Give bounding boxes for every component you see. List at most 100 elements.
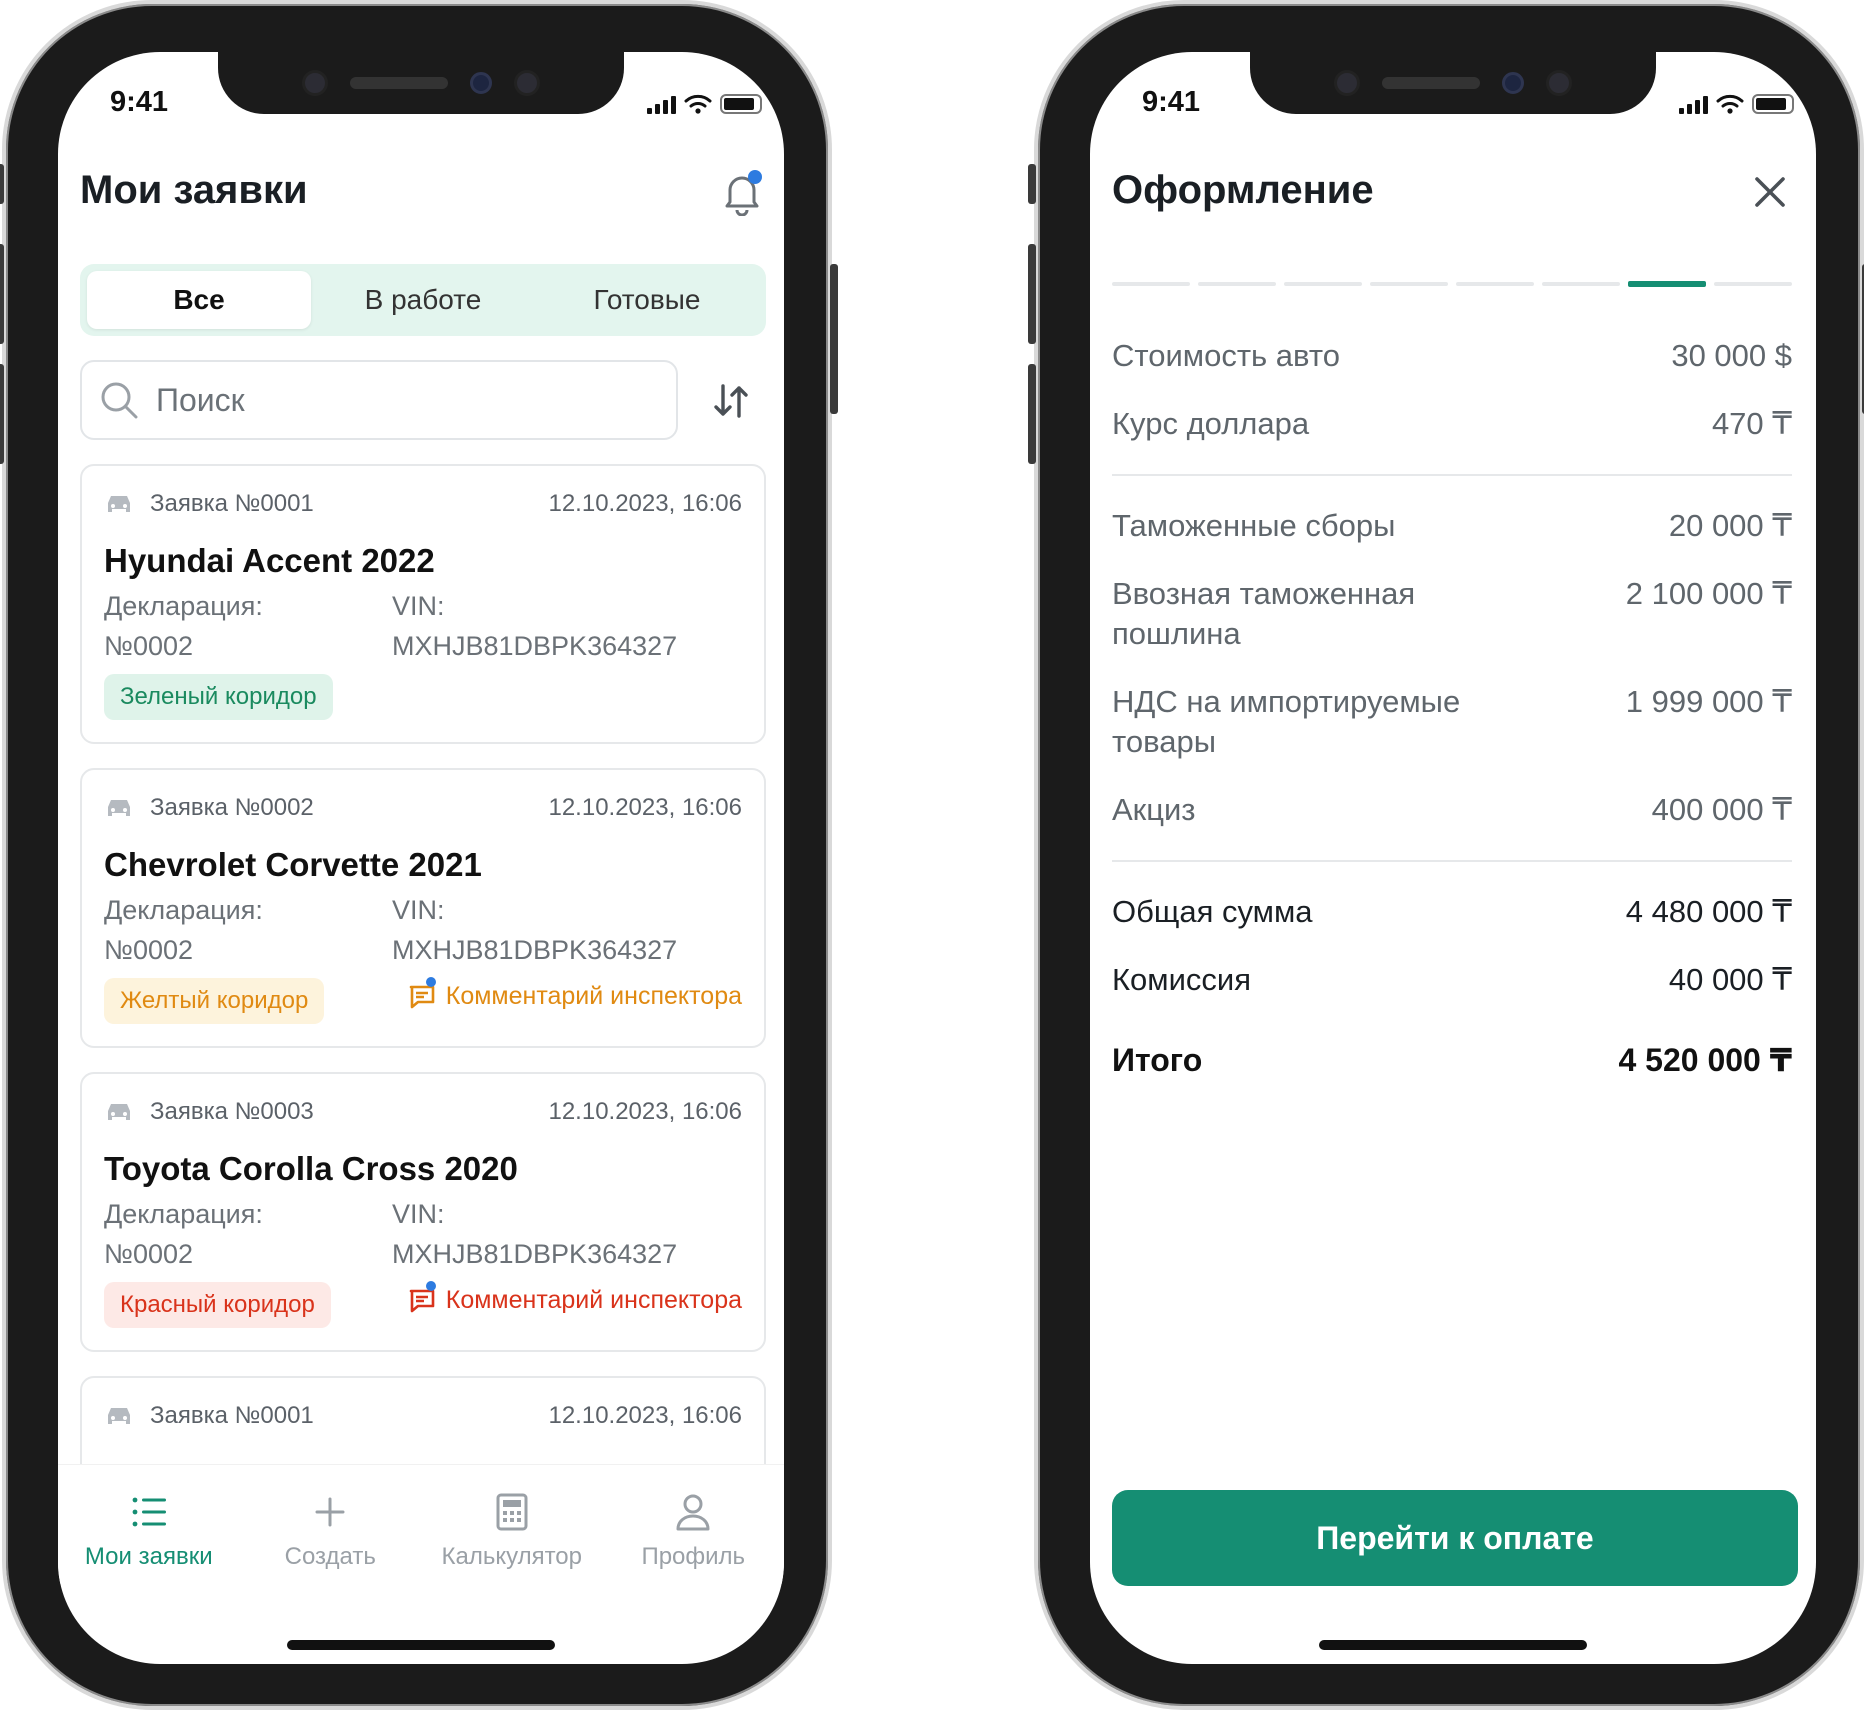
corridor-badge: Желтый коридор	[104, 978, 325, 1024]
tab-in-progress[interactable]: В работе	[311, 271, 535, 329]
step-segment	[1198, 282, 1276, 286]
checkout-screen: 9:41 Оформление Стоимость авто 30 000 $ К…	[1090, 52, 1816, 1664]
orders-list: Заявка №0001 12.10.2023, 16:06 Hyundai A…	[80, 464, 766, 1464]
vin-info: VIN: MXHJB81DBPK364327	[392, 586, 677, 666]
tab-done[interactable]: Готовые	[535, 271, 759, 329]
volume-up-button	[1028, 244, 1036, 344]
mute-switch	[0, 164, 4, 204]
tabbar-label: Профиль	[641, 1543, 746, 1570]
step-segment	[1628, 281, 1706, 287]
tab-all[interactable]: Все	[87, 271, 311, 329]
row-label: Ввозная таможенная пошлина	[1112, 576, 1416, 651]
vin-label: VIN:	[392, 1199, 445, 1229]
bottom-tab-bar: Мои заявки Создать Калькулятор Профиль	[58, 1464, 784, 1584]
inspector-comment-link[interactable]: Комментарий инспектора	[408, 976, 742, 1011]
row-label: Акциз	[1112, 792, 1196, 827]
volume-down-button	[1028, 364, 1036, 464]
vin-value: MXHJB81DBPK364327	[392, 935, 678, 965]
home-indicator[interactable]	[1319, 1640, 1587, 1650]
row-value: 400 000 ₸	[1651, 792, 1792, 827]
order-number: Заявка №0001	[150, 490, 314, 517]
profile-icon	[676, 1494, 710, 1531]
order-date: 12.10.2023, 16:06	[548, 1098, 742, 1125]
row-subtotal: Общая сумма 4 480 000 ₸	[1112, 878, 1792, 946]
vin-value: MXHJB81DBPK364327	[392, 631, 678, 661]
tabbar-item-create[interactable]: Создать	[240, 1465, 422, 1584]
tabbar-label: Мои заявки	[84, 1543, 213, 1570]
declaration-label: Декларация:	[104, 1199, 263, 1229]
close-icon[interactable]	[1750, 172, 1790, 212]
inspector-comment-link[interactable]: Комментарий инспектора	[408, 1280, 742, 1315]
wifi-icon	[1716, 94, 1744, 114]
row-customs-fees: Таможенные сборы 20 000 ₸	[1112, 492, 1792, 560]
row-excise: Акциз 400 000 ₸	[1112, 776, 1792, 844]
go-to-payment-button[interactable]: Перейти к оплате	[1112, 1490, 1798, 1586]
row-value: 40 000 ₸	[1668, 962, 1792, 997]
sort-icon[interactable]	[708, 378, 754, 424]
comment-icon	[409, 985, 435, 1008]
vin-label: VIN:	[392, 895, 445, 925]
row-label: НДС на импортируемые товары	[1112, 684, 1461, 759]
step-segment	[1284, 282, 1362, 286]
total-label: Итого	[1112, 1042, 1203, 1078]
step-segment	[1370, 282, 1448, 286]
declaration-value: №0002	[104, 935, 194, 965]
row-car-price: Стоимость авто 30 000 $	[1112, 322, 1792, 390]
car-icon	[108, 1408, 130, 1424]
battery-icon	[1752, 94, 1794, 114]
row-value: 30 000 $	[1671, 338, 1792, 373]
declaration-info: Декларация: №0002	[104, 1194, 263, 1274]
row-vat: НДС на импортируемые товары 1 999 000 ₸	[1112, 668, 1792, 776]
cost-breakdown: Стоимость авто 30 000 $ Курс доллара 470 ₸…	[1112, 322, 1792, 1094]
declaration-label: Декларация:	[104, 591, 263, 621]
row-value: 470 ₸	[1711, 406, 1792, 441]
corridor-badge: Зеленый коридор	[104, 674, 333, 720]
step-progress-indicator	[1112, 281, 1792, 287]
car-icon	[108, 1104, 130, 1120]
declaration-value: №0002	[104, 1239, 194, 1269]
battery-icon	[720, 94, 762, 114]
vin-value: MXHJB81DBPK364327	[392, 1239, 678, 1269]
row-commission: Комиссия 40 000 ₸	[1112, 946, 1792, 1014]
order-card[interactable]: Заявка №0001 12.10.2023, 16:06	[80, 1376, 766, 1464]
order-card[interactable]: Заявка №0003 12.10.2023, 16:06 Toyota Co…	[80, 1072, 766, 1352]
tabbar-item-profile[interactable]: Профиль	[603, 1465, 785, 1584]
search-input[interactable]	[156, 381, 576, 419]
volume-up-button	[0, 244, 4, 344]
notifications-button[interactable]	[722, 170, 762, 217]
vin-info: VIN: MXHJB81DBPK364327	[392, 890, 677, 970]
row-value: 20 000 ₸	[1668, 508, 1792, 543]
tabbar-item-calculator[interactable]: Калькулятор	[421, 1465, 603, 1584]
phone-frame-checkout: 9:41 Оформление Стоимость авто 30 000 $ К…	[1028, 0, 1864, 1710]
tabbar-item-my-orders[interactable]: Мои заявки	[58, 1465, 240, 1584]
car-title: Hyundai Accent 2022	[104, 542, 435, 579]
step-segment	[1714, 282, 1792, 286]
declaration-label: Декларация:	[104, 895, 263, 925]
search-field[interactable]	[80, 360, 678, 440]
row-label: Курс доллара	[1112, 406, 1310, 441]
search-icon	[101, 382, 138, 419]
tabbar-label: Калькулятор	[441, 1543, 583, 1570]
car-icon	[108, 496, 130, 512]
mute-switch	[1028, 164, 1036, 204]
row-label: Стоимость авто	[1112, 338, 1340, 373]
row-total: Итого 4 520 000 ₸	[1112, 1026, 1792, 1094]
calculator-icon	[496, 1493, 528, 1531]
order-number: Заявка №0001	[150, 1402, 314, 1429]
tabbar-label: Создать	[284, 1543, 376, 1570]
home-indicator[interactable]	[287, 1640, 555, 1650]
row-label: Общая сумма	[1112, 894, 1313, 929]
car-title: Chevrolet Corvette 2021	[104, 846, 482, 883]
comment-label: Комментарий инспектора	[445, 982, 742, 1010]
order-date: 12.10.2023, 16:06	[548, 794, 742, 821]
order-card[interactable]: Заявка №0001 12.10.2023, 16:06 Hyundai A…	[80, 464, 766, 744]
step-segment	[1456, 282, 1534, 286]
order-card[interactable]: Заявка №0002 12.10.2023, 16:06 Chevrolet…	[80, 768, 766, 1048]
vin-info: VIN: MXHJB81DBPK364327	[392, 1194, 677, 1274]
row-value: 4 480 000 ₸	[1625, 894, 1792, 929]
list-icon	[132, 1497, 166, 1527]
notch	[1250, 52, 1656, 114]
car-icon	[108, 800, 130, 816]
declaration-value: №0002	[104, 631, 194, 661]
car-title: Toyota Corolla Cross 2020	[104, 1150, 518, 1187]
